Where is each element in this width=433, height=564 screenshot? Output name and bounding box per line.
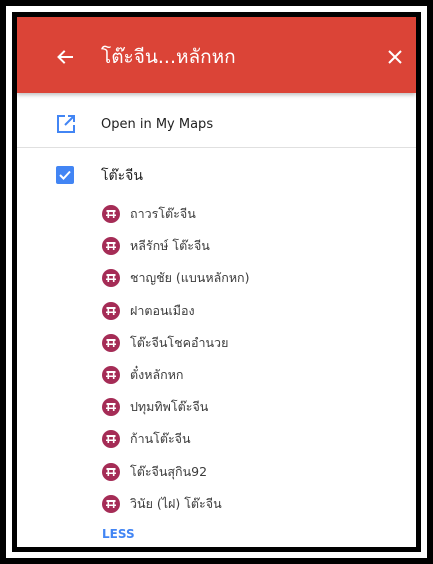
- place-list: ถาวรโต๊ะจีน หลีรักษ์ โต๊ะจีน ชาญชัย (แบน…: [17, 199, 416, 521]
- close-button[interactable]: [383, 45, 407, 69]
- table-pin-icon: [102, 494, 120, 513]
- table-pin-icon: [102, 462, 120, 481]
- layer-row: โต๊ะจีน: [17, 161, 416, 191]
- place-item[interactable]: ชาญชัย (แบนหลักหก): [17, 263, 416, 295]
- open-in-my-maps-label: Open in My Maps: [101, 117, 214, 132]
- place-label: ฝาตอนเมือง: [130, 302, 195, 318]
- place-item[interactable]: ฝาตอนเมือง: [17, 296, 416, 328]
- layer-panel: โต๊ะจีน...หลักหก Open in My Maps โต๊ะจีน…: [17, 17, 416, 547]
- place-item[interactable]: โต๊ะจีนโชคอำนวย: [17, 328, 416, 360]
- place-label: ถาวรโต๊ะจีน: [130, 206, 196, 221]
- place-label: ก้านโต๊ะจีน: [130, 431, 191, 447]
- arrow-back-icon: [57, 50, 73, 64]
- place-label: ตั๋งหลักหก: [130, 366, 184, 382]
- place-item[interactable]: วินัย (ไฝ) โต๊ะจีน: [17, 489, 416, 521]
- section-divider: [17, 147, 416, 148]
- less-link[interactable]: LESS: [102, 526, 135, 542]
- panel-header: โต๊ะจีน...หลักหก: [17, 17, 416, 93]
- place-label: หลีรักษ์ โต๊ะจีน: [130, 238, 210, 254]
- table-pin-icon: [102, 237, 120, 256]
- place-item[interactable]: ตั๋งหลักหก: [17, 360, 416, 392]
- close-icon: [388, 50, 402, 64]
- place-label: โต๊ะจีนสุกิน92: [130, 463, 208, 479]
- checkmark-icon: [59, 170, 71, 180]
- place-label: ปทุมทิพโต๊ะจีน: [130, 399, 209, 415]
- open-in-new-icon: [57, 115, 75, 133]
- place-item[interactable]: หลีรักษ์ โต๊ะจีน: [17, 231, 416, 263]
- place-label: ชาญชัย (แบนหลักหก): [130, 270, 250, 286]
- table-pin-icon: [102, 205, 120, 223]
- table-pin-icon: [102, 301, 120, 320]
- map-title: โต๊ะจีน...หลักหก: [101, 46, 236, 68]
- layer-checkbox[interactable]: [56, 166, 74, 184]
- place-label: วินัย (ไฝ) โต๊ะจีน: [130, 495, 222, 511]
- layer-label: โต๊ะจีน: [101, 168, 143, 184]
- open-in-my-maps-link[interactable]: Open in My Maps: [17, 103, 416, 147]
- place-item[interactable]: โต๊ะจีนสุกิน92: [17, 457, 416, 489]
- place-item[interactable]: ก้านโต๊ะจีน: [17, 424, 416, 456]
- place-item[interactable]: ปทุมทิพโต๊ะจีน: [17, 392, 416, 424]
- table-pin-icon: [102, 333, 120, 352]
- back-button[interactable]: [53, 45, 77, 69]
- table-pin-icon: [102, 430, 120, 449]
- table-pin-icon: [102, 365, 120, 384]
- place-label: โต๊ะจีนโชคอำนวย: [130, 334, 229, 350]
- table-pin-icon: [102, 269, 120, 288]
- table-pin-icon: [102, 398, 120, 417]
- place-item[interactable]: ถาวรโต๊ะจีน: [17, 199, 416, 231]
